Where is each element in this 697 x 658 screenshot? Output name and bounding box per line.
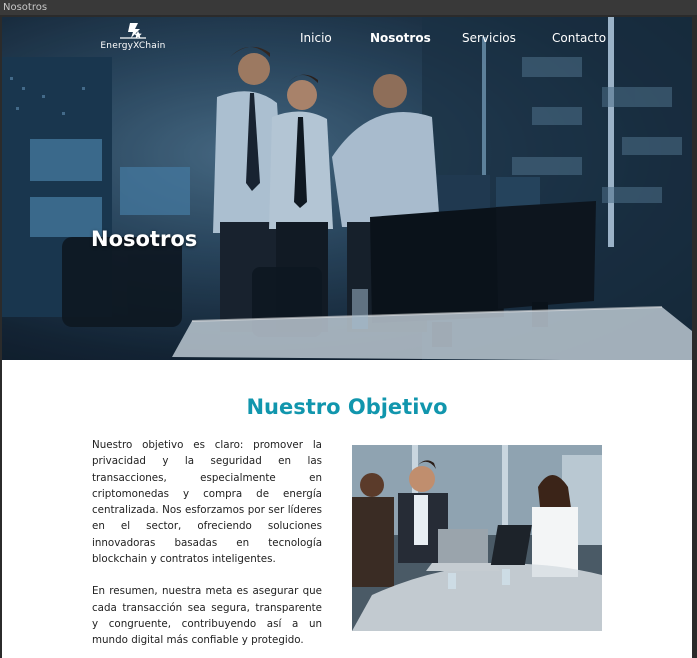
- main-nav: Inicio Nosotros Servicios Contacto: [2, 31, 692, 47]
- office-meeting-photo: [352, 445, 602, 631]
- nav-servicios[interactable]: Servicios: [462, 31, 516, 45]
- nav-contacto[interactable]: Contacto: [552, 31, 606, 45]
- window-title: Nosotros: [0, 0, 697, 15]
- nav-inicio[interactable]: Inicio: [300, 31, 332, 45]
- section-title: Nuestro Objetivo: [246, 395, 448, 419]
- objective-paragraph-1: Nuestro objetivo es claro: promover la p…: [92, 439, 322, 566]
- objective-text: Nuestro objetivo es claro: promover la p…: [92, 437, 322, 658]
- meeting-illustration: [352, 445, 602, 631]
- nav-nosotros[interactable]: Nosotros: [370, 31, 431, 45]
- hero-title: Nosotros: [91, 227, 198, 251]
- page: EnergyXChain Inicio Nosotros Servicios C…: [2, 17, 692, 658]
- hero-photo: [2, 17, 692, 360]
- hero-banner: EnergyXChain Inicio Nosotros Servicios C…: [2, 17, 692, 360]
- objective-paragraph-2: En resumen, nuestra meta es asegurar que…: [92, 585, 322, 647]
